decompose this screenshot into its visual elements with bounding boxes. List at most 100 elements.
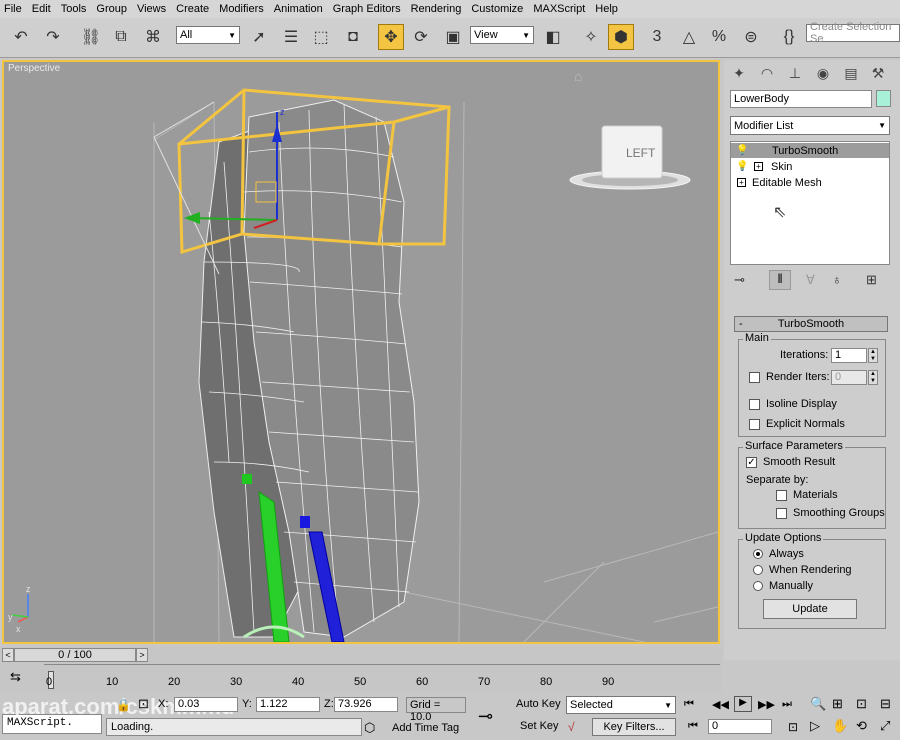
undo-icon[interactable]: ↶ [8, 24, 34, 50]
add-time-tag-button[interactable]: Add Time Tag [392, 722, 459, 734]
hierarchy-tab-icon[interactable]: ⊥ [783, 62, 807, 84]
menu-graph-editors[interactable]: Graph Editors [333, 3, 401, 15]
materials-checkbox[interactable] [776, 490, 787, 501]
select-link-icon[interactable]: ⛓ [78, 24, 104, 50]
zoom-all-icon[interactable]: ⊞ [832, 696, 843, 712]
absolute-mode-icon[interactable]: ⊡ [138, 696, 149, 712]
modify-tab-icon[interactable]: ◠ [755, 62, 779, 84]
expand-icon[interactable]: + [737, 178, 746, 187]
menu-help[interactable]: Help [595, 3, 618, 15]
spinner-snap-icon[interactable]: ⊜ [738, 24, 764, 50]
set-key-icon[interactable]: ⊸ [478, 706, 493, 727]
select-and-scale-icon[interactable]: ▣ [440, 24, 466, 50]
field-of-view-icon[interactable]: ▷ [810, 718, 820, 734]
edit-named-selections-icon[interactable]: {} [776, 24, 802, 50]
stack-item-editable-mesh[interactable]: + Editable Mesh [731, 175, 889, 190]
menu-rendering[interactable]: Rendering [411, 3, 462, 15]
menu-create[interactable]: Create [176, 3, 209, 15]
lightbulb-icon[interactable]: 💡 [736, 145, 750, 156]
viewcube[interactable]: LEFT [569, 125, 691, 190]
current-frame-field[interactable]: 0 [708, 719, 772, 734]
isoline-display-checkbox[interactable] [749, 399, 760, 410]
configure-modifier-sets-icon[interactable]: ⊞ [866, 272, 877, 288]
orbit-icon[interactable]: ⟲ [856, 718, 867, 734]
time-configuration-icon[interactable]: ⊡ [788, 720, 798, 734]
render-iters-checkbox[interactable] [749, 372, 760, 383]
object-color-swatch[interactable] [876, 90, 891, 107]
lightbulb-icon[interactable]: 💡 [736, 161, 750, 172]
pivot-center-icon[interactable]: ◧ [540, 24, 566, 50]
key-filters-button[interactable]: Key Filters... [592, 718, 676, 736]
modifier-stack[interactable]: 💡 TurboSmooth 💡 + Skin + Editable Mesh ⇖ [730, 141, 890, 265]
smooth-result-checkbox[interactable]: ✓ [746, 457, 757, 468]
set-key-button[interactable]: Set Key [520, 720, 559, 732]
perspective-viewport[interactable]: Perspective ⌂ z LEFT z y x [2, 60, 720, 644]
x-coordinate-field[interactable]: 0.03 [174, 697, 238, 712]
next-frame-arrow-icon[interactable]: > [136, 648, 148, 662]
selection-filter-dropdown[interactable]: All ▼ [176, 26, 240, 44]
menu-edit[interactable]: Edit [32, 3, 51, 15]
rectangular-selection-icon[interactable]: ⬚ [308, 24, 334, 50]
turbosmooth-rollout-header[interactable]: - TurboSmooth [734, 316, 888, 332]
update-button[interactable]: Update [763, 599, 857, 619]
previous-frame-icon[interactable]: ◀◀ [712, 698, 729, 711]
when-rendering-radio[interactable] [753, 565, 763, 575]
expand-icon[interactable]: + [754, 162, 763, 171]
show-end-result-icon[interactable]: ‖ [769, 270, 791, 290]
render-iters-spinner[interactable]: 0 [831, 370, 867, 385]
auto-key-button[interactable]: Auto Key [516, 698, 561, 710]
always-radio[interactable] [753, 549, 763, 559]
manually-radio[interactable] [753, 581, 763, 591]
default-in-out-tangent-icon[interactable]: √ [568, 720, 575, 734]
time-slider-handle[interactable]: 0 / 100 [14, 648, 136, 662]
menu-file[interactable]: File [4, 3, 22, 15]
utilities-tab-icon[interactable]: ⚒ [866, 62, 890, 84]
maximize-viewport-icon[interactable]: ⤢ [880, 718, 890, 734]
create-tab-icon[interactable]: ✦ [727, 62, 751, 84]
smoothing-groups-checkbox[interactable] [776, 508, 787, 519]
y-coordinate-field[interactable]: 1.122 [256, 697, 320, 712]
menu-tools[interactable]: Tools [61, 3, 87, 15]
redo-icon[interactable]: ↷ [40, 24, 66, 50]
iterations-spinner-arrows[interactable]: ▲ ▼ [868, 348, 878, 363]
menu-group[interactable]: Group [96, 3, 127, 15]
render-iters-spinner-arrows[interactable]: ▲ ▼ [868, 370, 878, 385]
select-and-rotate-icon[interactable]: ⟳ [408, 24, 434, 50]
motion-tab-icon[interactable]: ◉ [811, 62, 835, 84]
zoom-icon[interactable]: 🔍 [810, 696, 826, 712]
reference-coordinate-dropdown[interactable]: View ▼ [470, 26, 534, 44]
menu-views[interactable]: Views [137, 3, 166, 15]
zoom-extents-icon[interactable]: ⊡ [856, 696, 867, 712]
pin-stack-icon[interactable]: ⊸ [734, 272, 745, 288]
mini-curve-editor-icon[interactable]: ⇆ [10, 669, 21, 685]
stack-item-turbosmooth[interactable]: 💡 TurboSmooth [731, 143, 889, 158]
remove-modifier-icon[interactable]: ♁ [832, 272, 842, 287]
key-mode-toggle-icon[interactable]: ⏮ [688, 720, 698, 733]
percent-snap-icon[interactable]: % [706, 24, 732, 50]
stack-item-skin[interactable]: 💡 + Skin [731, 159, 889, 174]
angle-snap-icon[interactable]: △ [676, 24, 702, 50]
make-unique-icon[interactable]: ∀ [806, 272, 815, 288]
select-by-name-icon[interactable]: ☰ [278, 24, 304, 50]
pan-view-icon[interactable]: ✋ [832, 718, 848, 734]
snaps-toggle-icon[interactable]: 3 [644, 24, 670, 50]
z-coordinate-field[interactable]: 73.926 [334, 697, 398, 712]
key-mode-dropdown[interactable]: Selected ▼ [566, 696, 676, 714]
menu-modifiers[interactable]: Modifiers [219, 3, 264, 15]
goto-start-icon[interactable]: ⏮ [684, 698, 694, 711]
time-tag-icon[interactable]: ⬡ [364, 720, 375, 736]
menu-animation[interactable]: Animation [274, 3, 323, 15]
next-frame-icon[interactable]: ▶▶ [758, 698, 775, 711]
track-bar[interactable]: ⇆ 0 10 20 30 40 50 60 70 80 90 [0, 664, 722, 692]
select-object-icon[interactable]: ➚ [246, 24, 272, 50]
play-icon[interactable]: ▶ [734, 696, 752, 712]
object-name-field[interactable]: LowerBody [730, 90, 872, 108]
select-and-move-icon[interactable]: ✥ [378, 24, 404, 50]
keyboard-shortcut-override-icon[interactable]: ⬢ [608, 24, 634, 50]
manipulate-icon[interactable]: ✧ [578, 24, 604, 50]
explicit-normals-checkbox[interactable] [749, 419, 760, 430]
zoom-extents-all-icon[interactable]: ⊟ [880, 696, 891, 712]
menu-customize[interactable]: Customize [471, 3, 523, 15]
menu-maxscript[interactable]: MAXScript [533, 3, 585, 15]
track-ruler[interactable] [44, 664, 720, 692]
